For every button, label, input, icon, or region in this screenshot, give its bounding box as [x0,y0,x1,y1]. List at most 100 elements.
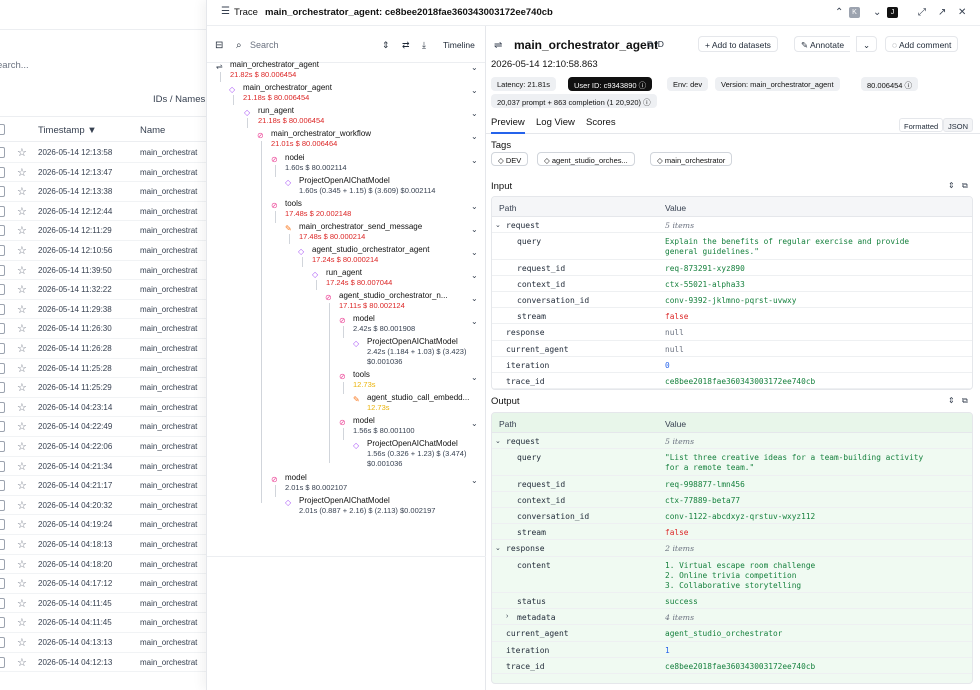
star-icon[interactable]: ☆ [17,283,27,296]
expand-input-icon[interactable]: ⇕ [948,181,955,190]
copy-id-button[interactable]: ⧉ ID [647,39,664,50]
row-checkbox[interactable] [0,480,5,492]
open-new-icon[interactable]: ↗ [938,7,946,18]
row-checkbox[interactable] [0,303,5,315]
json-row[interactable]: content 1. Virtual escape room challenge … [492,557,972,594]
json-row[interactable]: stream false [492,308,972,325]
star-icon[interactable]: ☆ [17,381,27,394]
star-icon[interactable]: ☆ [17,636,27,649]
star-icon[interactable]: ☆ [17,597,27,610]
json-row[interactable]: status success [492,593,972,610]
json-row[interactable]: ⌄ request 5 items [492,433,972,450]
chevron-down-icon[interactable]: ⌄ [471,294,478,303]
star-icon[interactable]: ☆ [17,362,27,375]
json-row[interactable]: request_id req-873291-xyz890 [492,260,972,276]
star-icon[interactable]: ☆ [17,401,27,414]
star-icon[interactable]: ☆ [17,264,27,277]
list-search-input[interactable]: earch... [0,60,29,71]
chevron-down-icon[interactable]: ⌄ [471,132,478,141]
chevron-down-icon[interactable]: ⌄ [471,109,478,118]
collapse-panel-icon[interactable]: ⊟ [215,40,223,51]
json-row[interactable]: current_agent agent_studio_orchestrator [492,625,972,642]
tag-dev[interactable]: ◇ DEV [491,152,529,166]
table-row[interactable]: ☆ 2026-05-14 04:18:13 main_orchestrat [0,535,206,555]
json-row[interactable]: current_agent null [492,341,972,357]
table-row[interactable]: ☆ 2026-05-14 12:13:38 main_orchestrat [0,182,206,202]
star-icon[interactable]: ☆ [17,577,27,590]
chevron-down-icon[interactable]: ⌄ [471,373,478,382]
table-row[interactable]: ☆ 2026-05-14 12:12:44 main_orchestrat [0,202,206,222]
star-icon[interactable]: ☆ [17,499,27,512]
row-checkbox[interactable] [0,499,5,511]
chevron-down-icon[interactable]: ⌄ [471,156,478,165]
copy-output-icon[interactable]: ⧉ [962,396,968,406]
table-row[interactable]: ☆ 2026-05-14 11:26:28 main_orchestrat [0,339,206,359]
row-checkbox[interactable] [0,617,5,629]
star-icon[interactable]: ☆ [17,440,27,453]
json-row[interactable]: iteration 1 [492,642,972,658]
table-row[interactable]: ☆ 2026-05-14 11:26:30 main_orchestrat [0,319,206,339]
table-row[interactable]: ☆ 2026-05-14 11:39:50 main_orchestrat [0,261,206,281]
star-icon[interactable]: ☆ [17,322,27,335]
chevron-down-icon[interactable]: ⌄ [495,544,501,552]
tag-main-orchestrator[interactable]: ◇ main_orchestrator [650,152,733,166]
col-name[interactable]: Name [140,125,165,136]
row-checkbox[interactable] [0,578,5,590]
row-checkbox[interactable] [0,323,5,335]
expand-all-icon[interactable]: ⇕ [382,40,390,51]
table-row[interactable]: ☆ 2026-05-14 04:12:13 main_orchestrat [0,653,206,673]
row-checkbox[interactable] [0,343,5,354]
star-icon[interactable]: ☆ [17,185,27,198]
table-row[interactable]: ☆ 2026-05-14 04:21:34 main_orchestrat [0,457,206,477]
formatted-toggle[interactable]: Formatted [899,118,944,132]
chevron-down-icon[interactable]: ⌄ [471,225,478,234]
download-icon[interactable]: ⤓ [422,40,426,51]
chevron-down-icon[interactable]: ⌄ [471,317,478,326]
tag-agent-studio[interactable]: ◇ agent_studio_orches... [537,152,635,166]
json-row[interactable]: › metadata 4 items [492,609,972,626]
table-row[interactable]: ☆ 2026-05-14 04:22:06 main_orchestrat [0,437,206,457]
chevron-down-icon[interactable]: ⌄ [873,7,881,18]
table-row[interactable]: ☆ 2026-05-14 12:13:58 main_orchestrat [0,143,206,163]
add-comment-button[interactable]: ◌ Add comment [885,36,959,52]
chevron-down-icon[interactable]: ⌄ [471,248,478,257]
table-row[interactable]: ☆ 2026-05-14 04:22:49 main_orchestrat [0,417,206,437]
row-checkbox[interactable] [0,401,5,413]
annotate-dropdown[interactable]: ⌄ [856,36,878,52]
chevron-down-icon[interactable]: ⌄ [495,437,501,445]
table-row[interactable]: ☆ 2026-05-14 04:11:45 main_orchestrat [0,613,206,633]
tab-scores[interactable]: Scores [586,117,616,128]
json-row[interactable]: ⌄ response 2 items [492,540,972,557]
json-row[interactable]: response null [492,324,972,341]
star-icon[interactable]: ☆ [17,146,27,159]
star-icon[interactable]: ☆ [17,420,27,433]
chevron-down-icon[interactable]: ⌄ [471,63,478,72]
timeline-toggle[interactable]: Timeline [443,40,475,50]
table-row[interactable]: ☆ 2026-05-14 11:32:22 main_orchestrat [0,280,206,300]
row-checkbox[interactable] [0,597,5,609]
star-icon[interactable]: ☆ [17,656,27,669]
row-checkbox[interactable] [0,441,5,452]
star-icon[interactable]: ☆ [17,538,27,551]
json-row[interactable]: request_id req-998877-lmn456 [492,476,972,492]
star-icon[interactable]: ☆ [17,518,27,531]
json-row[interactable]: stream false [492,524,972,541]
settings-icon[interactable]: ⇄ [402,40,410,51]
table-row[interactable]: ☆ 2026-05-14 04:23:14 main_orchestrat [0,398,206,418]
row-checkbox[interactable] [0,421,5,433]
chevron-down-icon[interactable]: ⌄ [471,202,478,211]
chevron-down-icon[interactable]: ⌄ [471,419,478,428]
chevron-down-icon[interactable]: ⌄ [471,271,478,280]
user-id-chip[interactable]: User ID: c9343890 ⓘ [568,77,653,91]
row-checkbox[interactable] [0,186,5,198]
star-icon[interactable]: ☆ [17,244,27,257]
table-row[interactable]: ☆ 2026-05-14 11:29:38 main_orchestrat [0,300,206,320]
table-row[interactable]: ☆ 2026-05-14 04:11:45 main_orchestrat [0,594,206,614]
table-row[interactable]: ☆ 2026-05-14 04:18:20 main_orchestrat [0,555,206,575]
table-row[interactable]: ☆ 2026-05-14 12:10:56 main_orchestrat [0,241,206,261]
json-row[interactable]: query "List three creative ideas for a te… [492,449,972,476]
close-icon[interactable]: ✕ [958,7,966,18]
star-icon[interactable]: ☆ [17,616,27,629]
row-checkbox[interactable] [0,460,5,472]
json-row[interactable]: trace_id ce8bee2018fae360343003172ee740cb [492,373,972,389]
